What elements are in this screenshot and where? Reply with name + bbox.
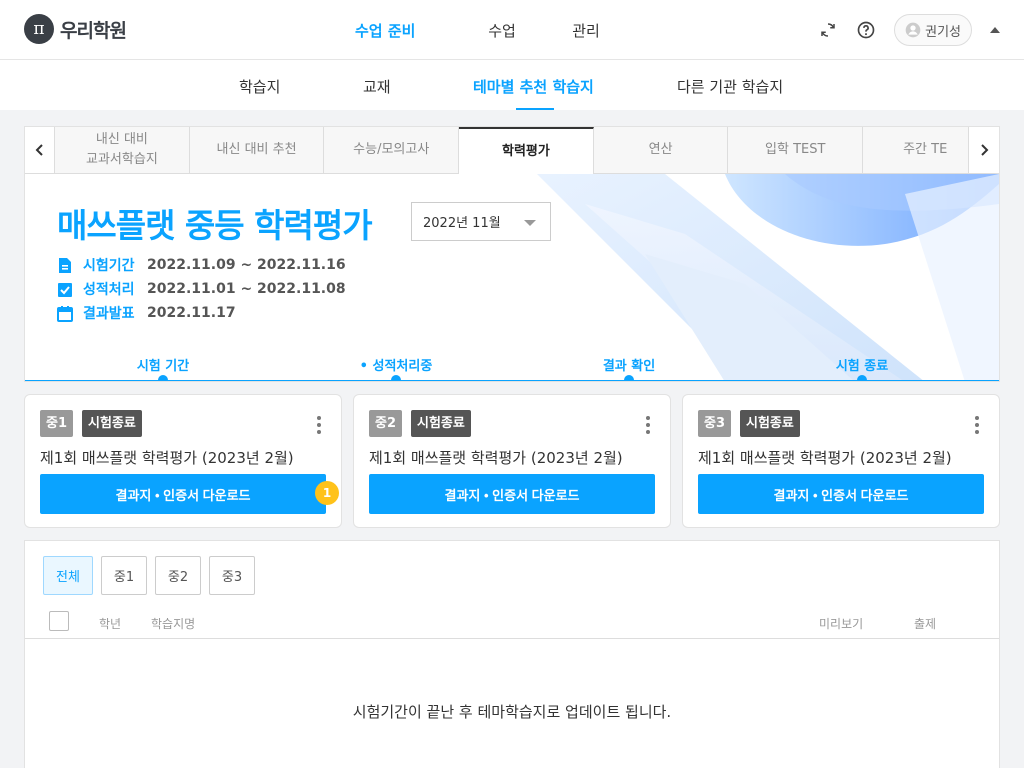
status-badge: 시험종료 bbox=[740, 410, 800, 437]
chevron-down-icon bbox=[524, 220, 536, 226]
col-grade[interactable]: 학년 bbox=[99, 615, 121, 632]
filter-all[interactable]: 전체 bbox=[43, 556, 93, 595]
tab-prev-button[interactable] bbox=[25, 127, 56, 173]
table-header: 학년 학습지명 미리보기 출제 bbox=[25, 609, 999, 639]
worksheet-list-panel: 전체 중1 중2 중3 학년 학습지명 미리보기 출제 시험기간이 끝난 후 테… bbox=[24, 540, 1000, 768]
col-publish: 출제 bbox=[914, 617, 937, 631]
more-options-icon[interactable] bbox=[975, 416, 979, 434]
clipboard-check-icon bbox=[58, 282, 72, 297]
filter-grade3[interactable]: 중3 bbox=[209, 556, 255, 595]
info-label: 시험기간 bbox=[83, 258, 135, 274]
notification-badge: 1 bbox=[315, 481, 339, 505]
info-row-exam-period: 시험기간 2022.11.09 ~ 2022.11.16 bbox=[57, 255, 346, 275]
filter-grade2[interactable]: 중2 bbox=[155, 556, 201, 595]
month-value: 2022년 11월 bbox=[423, 216, 501, 231]
tab-school-textbook[interactable]: 내신 대비 교과서학습지 bbox=[55, 127, 190, 173]
step-dot bbox=[158, 375, 168, 381]
exam-card-grade1: 중1 시험종료 제1회 매쓰플랫 학력평가 (2023년 2월) 결과지 • 인… bbox=[24, 394, 342, 528]
category-tabs: 내신 대비 교과서학습지 내신 대비 추천 수능/모의고사 학력평가 연산 입학… bbox=[25, 127, 999, 174]
refresh-icon[interactable] bbox=[818, 20, 838, 40]
tab-suneung-mock[interactable]: 수능/모의고사 bbox=[324, 127, 460, 173]
info-label: 성적처리 bbox=[83, 282, 135, 298]
info-value: 2022.11.17 bbox=[147, 305, 236, 321]
info-label: 결과발표 bbox=[83, 306, 135, 322]
info-row-grading: 성적처리 2022.11.01 ~ 2022.11.08 bbox=[57, 279, 346, 299]
download-result-button[interactable]: 결과지 • 인증서 다운로드 bbox=[698, 474, 984, 514]
tab-achievement-test[interactable]: 학력평가 bbox=[459, 127, 594, 174]
step-dot bbox=[391, 375, 401, 381]
document-icon bbox=[59, 257, 71, 273]
exam-card-grade2: 중2 시험종료 제1회 매쓰플랫 학력평가 (2023년 2월) 결과지 • 인… bbox=[353, 394, 671, 528]
select-all-checkbox[interactable] bbox=[49, 611, 69, 631]
calendar-icon bbox=[57, 305, 73, 322]
nav-class[interactable]: 수업 bbox=[448, 20, 556, 41]
chevron-left-icon bbox=[35, 144, 43, 156]
step-dot bbox=[624, 375, 634, 381]
logo-icon: π bbox=[24, 14, 54, 44]
status-badge: 시험종료 bbox=[82, 410, 142, 437]
subnav-worksheet[interactable]: 학습지 bbox=[239, 76, 280, 97]
step-exam-period: 시험 기간 bbox=[136, 359, 190, 374]
tab-calculation[interactable]: 연산 bbox=[594, 127, 729, 173]
col-worksheet-name[interactable]: 학습지명 bbox=[151, 615, 195, 632]
assessment-panel: 내신 대비 교과서학습지 내신 대비 추천 수능/모의고사 학력평가 연산 입학… bbox=[24, 126, 1000, 382]
tab-next-button[interactable] bbox=[968, 127, 999, 173]
filter-grade1[interactable]: 중1 bbox=[101, 556, 147, 595]
empty-message: 시험기간이 끝난 후 테마학습지로 업데이트 됩니다. bbox=[352, 703, 672, 721]
brand-name: 우리학원 bbox=[60, 19, 127, 42]
caret-up-icon[interactable] bbox=[990, 27, 1000, 33]
avatar-icon bbox=[905, 22, 921, 38]
subnav-other-worksheet[interactable]: 다른 기관 학습지 bbox=[677, 76, 783, 97]
grade-badge: 중2 bbox=[369, 410, 403, 437]
tab-school-recommend[interactable]: 내신 대비 추천 bbox=[190, 127, 325, 173]
card-title: 제1회 매쓰플랫 학력평가 (2023년 2월) bbox=[40, 449, 294, 467]
card-title: 제1회 매쓰플랫 학력평가 (2023년 2월) bbox=[369, 449, 623, 467]
card-title: 제1회 매쓰플랫 학력평가 (2023년 2월) bbox=[698, 449, 952, 467]
user-name: 권기성 bbox=[925, 24, 961, 40]
logo[interactable]: π 우리학원 bbox=[24, 14, 127, 44]
top-right-controls: 권기성 bbox=[818, 14, 1000, 46]
download-result-button[interactable]: 결과지 • 인증서 다운로드 bbox=[40, 474, 326, 514]
subnav-active-indicator bbox=[516, 108, 554, 110]
info-value: 2022.11.01 ~ 2022.11.08 bbox=[147, 281, 346, 297]
chevron-right-icon bbox=[981, 144, 989, 156]
hero-title: 매쓰플랫 중등 학력평가 bbox=[57, 206, 373, 245]
step-dot bbox=[857, 375, 867, 381]
grade-badge: 중3 bbox=[698, 410, 732, 437]
subnav-textbook[interactable]: 교재 bbox=[363, 76, 391, 97]
download-result-button[interactable]: 결과지 • 인증서 다운로드 bbox=[369, 474, 655, 514]
step-exam-end: 시험 종료 bbox=[835, 359, 889, 374]
subnav-theme-worksheet[interactable]: 테마별 추천 학습지 bbox=[473, 76, 594, 97]
info-value: 2022.11.09 ~ 2022.11.16 bbox=[147, 257, 346, 273]
tab-entrance-test[interactable]: 입학 TEST bbox=[728, 127, 864, 173]
nav-manage[interactable]: 관리 bbox=[556, 20, 616, 41]
progress-line bbox=[25, 380, 999, 381]
step-result-check: 결과 확인 bbox=[602, 359, 656, 374]
status-badge: 시험종료 bbox=[411, 410, 471, 437]
more-options-icon[interactable] bbox=[646, 416, 650, 434]
month-select[interactable]: 2022년 11월 bbox=[411, 202, 551, 241]
grade-badge: 중1 bbox=[40, 410, 74, 437]
nav-class-prep[interactable]: 수업 준비 bbox=[355, 20, 448, 41]
user-menu[interactable]: 권기성 bbox=[894, 14, 972, 46]
step-grading: • 성적처리중 bbox=[359, 359, 433, 374]
sub-nav: 학습지 교재 테마별 추천 학습지 다른 기관 학습지 bbox=[0, 60, 1024, 110]
top-bar: π 우리학원 수업 준비 수업 관리 권기성 bbox=[0, 0, 1024, 60]
exam-card-grade3: 중3 시험종료 제1회 매쓰플랫 학력평가 (2023년 2월) 결과지 • 인… bbox=[682, 394, 1000, 528]
help-icon[interactable] bbox=[856, 20, 876, 40]
more-options-icon[interactable] bbox=[317, 416, 321, 434]
info-row-result: 결과발표 2022.11.17 bbox=[57, 303, 236, 323]
main-nav: 수업 준비 수업 관리 bbox=[355, 0, 616, 60]
col-preview: 미리보기 bbox=[819, 617, 864, 631]
